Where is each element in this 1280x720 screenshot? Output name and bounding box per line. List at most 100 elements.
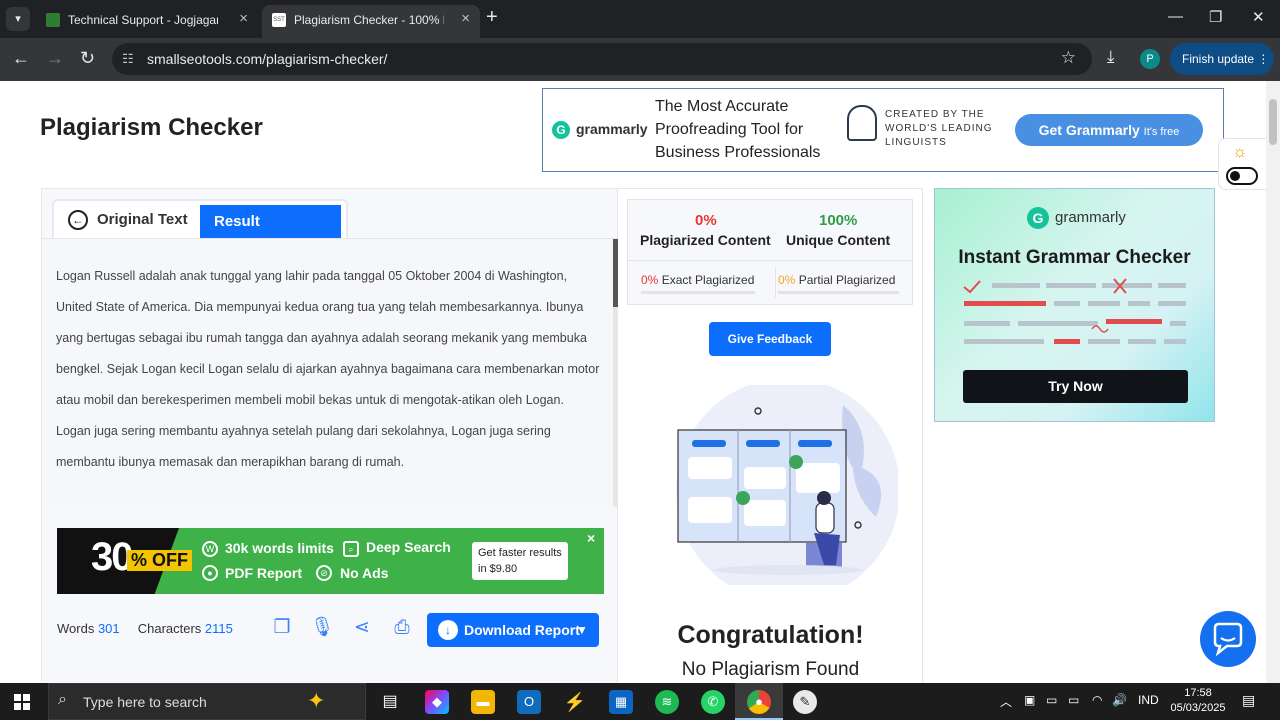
- linguist-illustration-icon: [847, 105, 877, 141]
- side-ad-title: Instant Grammar Checker: [958, 247, 1191, 268]
- characters-count: 2115: [204, 621, 233, 636]
- print-icon[interactable]: ⎙: [390, 616, 414, 640]
- congratulation-heading: Congratulation!: [677, 621, 864, 649]
- address-bar[interactable]: ☷ smallseotools.com/plagiarism-checker/ …: [112, 43, 1092, 75]
- volume-icon[interactable]: 🔊: [1112, 693, 1127, 707]
- tab-title: Technical Support - Jogjagamer: [68, 13, 218, 27]
- get-grammarly-button[interactable]: Get Grammarly It's free: [1015, 114, 1203, 146]
- windows-start-icon[interactable]: [14, 694, 30, 710]
- clock-date: 05/03/2025: [1170, 702, 1226, 714]
- promo-feature-deep-search: Deep Search: [366, 539, 451, 555]
- tab-search-button[interactable]: ▾: [6, 7, 30, 31]
- partial-progress-bar: [778, 291, 899, 294]
- live-chat-button[interactable]: [1200, 611, 1256, 667]
- site-info-icon[interactable]: ☷: [122, 51, 134, 67]
- grammarly-wordmark: grammarly: [576, 121, 648, 137]
- microsoft-store-icon[interactable]: ▦: [609, 690, 633, 714]
- plagiarized-label: Plagiarized Content: [640, 232, 771, 248]
- support-favicon-icon: [46, 13, 60, 27]
- display-icon[interactable]: ▭: [1046, 693, 1057, 707]
- back-icon[interactable]: ←: [12, 48, 30, 69]
- words-label: Words: [57, 621, 95, 636]
- paint-icon[interactable]: ✎: [793, 690, 817, 714]
- page-title: Plagiarism Checker: [40, 114, 263, 141]
- whatsapp-icon[interactable]: ✆: [701, 690, 725, 714]
- try-now-button[interactable]: Try Now: [963, 370, 1188, 403]
- sst-favicon-icon: SST: [272, 13, 286, 27]
- tab-result[interactable]: Result: [200, 205, 341, 239]
- tab-plagiarism-checker[interactable]: SST Plagiarism Checker - 100% Free ×: [262, 5, 480, 38]
- grammarly-wordmark: grammarly: [1055, 209, 1126, 226]
- unique-percent: 100%: [819, 212, 858, 229]
- minimize-icon[interactable]: —: [1168, 8, 1183, 25]
- task-view-icon[interactable]: ▤: [378, 690, 402, 714]
- web-page: Plagiarism Checker G grammarly The Most …: [0, 81, 1266, 683]
- browser-tab-bar: ▾ Technical Support - Jogjagamer × SST P…: [0, 0, 1280, 38]
- battery-icon[interactable]: ▭: [1068, 693, 1079, 707]
- download-icon[interactable]: ⤓: [1107, 47, 1115, 67]
- tab-original-label: Original Text: [97, 211, 188, 228]
- copilot-icon[interactable]: ◆: [425, 690, 449, 714]
- no-plagiarism-text: No Plagiarism Found: [681, 659, 860, 680]
- outlook-icon[interactable]: O: [517, 690, 541, 714]
- profile-avatar[interactable]: P: [1140, 49, 1160, 69]
- deep-search-icon: ⌕: [343, 541, 359, 557]
- words-icon: W: [202, 541, 218, 557]
- share-icon[interactable]: ⋖: [350, 616, 374, 640]
- download-report-label: Download Report: [464, 622, 580, 638]
- notification-icon[interactable]: ▤: [1242, 692, 1255, 709]
- browser-toolbar: ← → ↻ ☷ smallseotools.com/plagiarism-che…: [0, 38, 1280, 81]
- url-text: smallseotools.com/plagiarism-checker/: [147, 51, 388, 67]
- maximize-icon[interactable]: ❐: [1209, 8, 1222, 26]
- chrome-taskbar-item[interactable]: ●: [735, 683, 783, 720]
- app-icon[interactable]: ⚡: [563, 690, 587, 714]
- file-explorer-icon[interactable]: ▬: [471, 690, 495, 714]
- forward-icon[interactable]: →: [46, 48, 64, 69]
- download-report-button[interactable]: ↓ Download Report ▼: [427, 613, 599, 647]
- promo-feature-pdf: PDF Report: [225, 565, 302, 581]
- tray-chevron-icon[interactable]: ︿: [1000, 693, 1012, 710]
- clock[interactable]: 17:58 05/03/2025: [1168, 686, 1228, 716]
- grammarly-logo-icon: G: [552, 121, 570, 139]
- window-close-icon[interactable]: ✕: [1252, 8, 1265, 26]
- partial-percent: 0%: [778, 273, 796, 287]
- result-text-area[interactable]: Logan Russell adalah anak tunggal yang l…: [42, 238, 618, 507]
- tab-original-text[interactable]: ← Original Text: [54, 201, 198, 239]
- windows-taskbar: ⌕ Type here to search ✦ ▤ ◆ ▬ O ⚡ ▦ ≋ ✆ …: [0, 683, 1280, 720]
- language-indicator[interactable]: IND: [1138, 693, 1159, 707]
- exact-label: Exact Plagiarized: [661, 273, 755, 287]
- bookmark-star-icon[interactable]: ☆: [1061, 48, 1076, 68]
- top-ad-created-by: CREATED BY THE WORLD'S LEADING LINGUISTS: [885, 109, 993, 148]
- promo-discount-number: 30: [91, 535, 133, 579]
- give-feedback-button[interactable]: Give Feedback: [709, 322, 831, 356]
- tab-technical-support[interactable]: Technical Support - Jogjagamer ×: [36, 5, 258, 38]
- close-icon[interactable]: ×: [461, 10, 470, 27]
- taskbar-search[interactable]: ⌕ Type here to search ✦: [48, 683, 366, 720]
- new-tab-icon[interactable]: +: [486, 6, 498, 29]
- side-grammarly-ad[interactable]: G grammarly Instant Grammar Checker Try …: [934, 188, 1215, 422]
- premium-promo-banner[interactable]: 30 % OFF W 30k words limits ⌕ Deep Searc…: [57, 528, 604, 594]
- page-scrollbar-thumb[interactable]: [1269, 99, 1277, 145]
- finish-update-button[interactable]: Finish update ⋮: [1170, 43, 1274, 75]
- no-ads-icon: ⊘: [316, 565, 332, 581]
- page-scrollbar[interactable]: [1266, 81, 1280, 683]
- clock-time: 17:58: [1184, 687, 1212, 699]
- wifi-icon[interactable]: ◠: [1092, 693, 1102, 707]
- meet-now-icon[interactable]: ▣: [1024, 693, 1035, 707]
- theme-switcher[interactable]: ☼: [1218, 138, 1266, 190]
- toggle-knob: [1230, 171, 1240, 181]
- copy-icon[interactable]: ❐: [270, 616, 294, 640]
- microphone-icon[interactable]: 🎙: [310, 616, 334, 640]
- reload-icon[interactable]: ↻: [80, 48, 95, 69]
- divider: [628, 260, 912, 261]
- spotify-icon[interactable]: ≋: [655, 690, 679, 714]
- characters-label: Characters: [137, 621, 202, 636]
- top-grammarly-ad[interactable]: G grammarly The Most Accurate Proofreadi…: [542, 88, 1224, 172]
- divider: [775, 268, 776, 298]
- promo-close-icon[interactable]: ×: [587, 530, 595, 546]
- back-arrow-icon: ←: [68, 210, 88, 230]
- promo-cta-button[interactable]: Get faster results in $9.80: [472, 542, 568, 580]
- close-icon[interactable]: ×: [239, 10, 248, 27]
- top-ad-headline: The Most Accurate Proofreading Tool for …: [655, 98, 821, 161]
- dark-mode-toggle[interactable]: [1226, 167, 1258, 185]
